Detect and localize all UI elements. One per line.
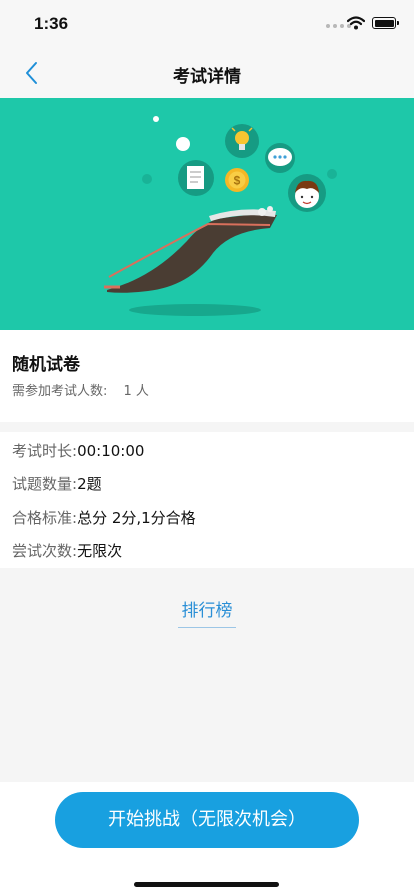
exam-duration-label: 考试时长: [12, 442, 78, 460]
start-challenge-button[interactable]: 开始挑战（无限次机会） [55, 792, 359, 848]
battery-icon [372, 17, 399, 29]
horn-icon [104, 206, 277, 293]
bottom-action-bar: 开始挑战（无限次机会） [0, 782, 414, 896]
attempts-row: 尝试次数:无限次 [12, 540, 122, 561]
status-bar: 1:36 [0, 0, 414, 48]
question-count-label: 试题数量: [12, 475, 78, 493]
exam-summary-card: 随机试卷 需参加考试人数: 1 人 [0, 330, 414, 422]
wifi-icon [347, 16, 365, 30]
exam-details-card: 考试时长:00:10:00 试题数量:2题 合格标准:总分 2分,1分合格 尝试… [0, 432, 414, 568]
participant-count-row: 需参加考试人数: 1 人 [12, 380, 149, 399]
home-indicator [134, 882, 279, 887]
participant-count-value: 1 人 [123, 384, 149, 399]
svg-text:$: $ [234, 174, 241, 188]
chat-bubble-icon [265, 143, 295, 173]
pass-criteria-label: 合格标准: [12, 509, 78, 527]
exam-banner-illustration: $ [0, 98, 414, 330]
attempts-value: 无限次 [77, 542, 123, 560]
exam-duration-value: 00:10:00 [77, 442, 145, 460]
ranking-link[interactable]: 排行榜 [178, 596, 236, 628]
exam-duration-row: 考试时长:00:10:00 [12, 440, 144, 461]
navigation-bar: 考试详情 [0, 48, 414, 98]
avatar-icon [288, 174, 326, 212]
question-count-value: 2题 [77, 475, 102, 493]
question-count-row: 试题数量:2题 [12, 473, 102, 494]
exam-name: 随机试卷 [12, 355, 80, 375]
page-title: 考试详情 [173, 67, 241, 87]
status-time: 1:36 [34, 14, 69, 33]
lightbulb-icon [225, 124, 259, 158]
attempts-label: 尝试次数: [12, 542, 78, 560]
pass-criteria-value: 总分 2分,1分合格 [77, 509, 196, 527]
coin-icon: $ [225, 168, 249, 192]
participant-count-label: 需参加考试人数: [12, 384, 108, 399]
pass-criteria-row: 合格标准:总分 2分,1分合格 [12, 507, 196, 528]
document-icon [178, 160, 214, 196]
